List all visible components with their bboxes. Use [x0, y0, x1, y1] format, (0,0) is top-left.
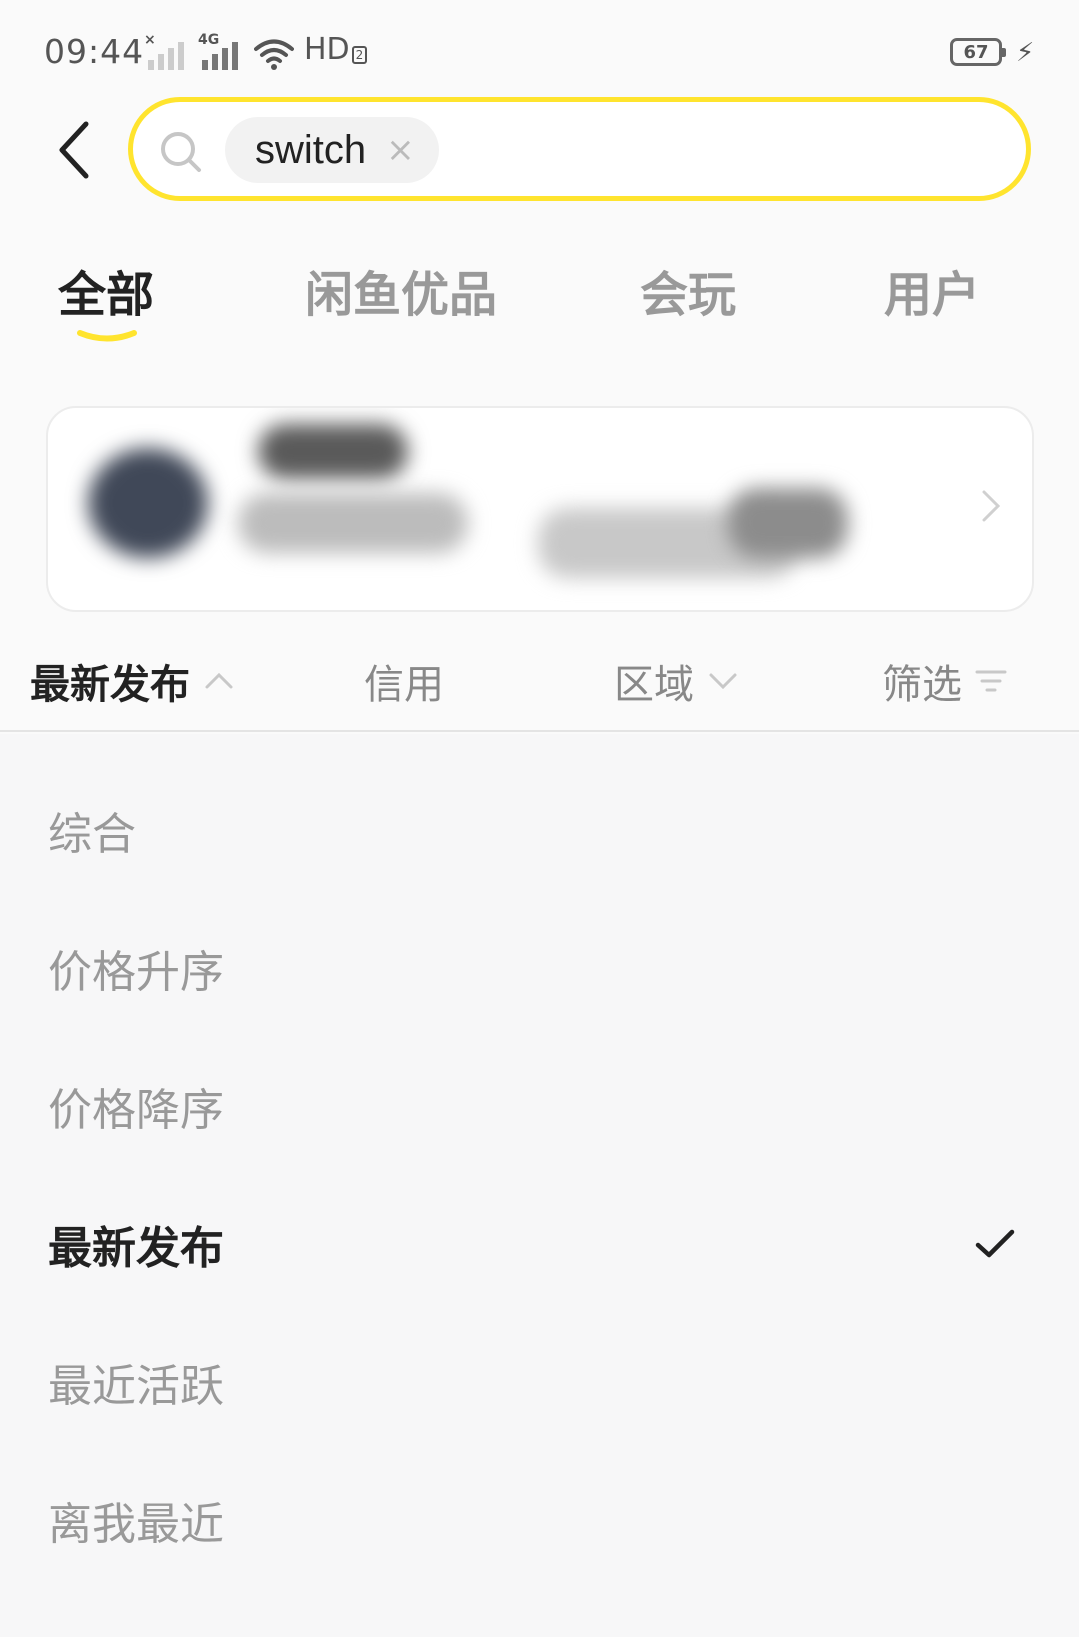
signal-4g-icon: 4G	[198, 32, 238, 70]
promo-card[interactable]	[46, 406, 1034, 612]
sort-filter-label: 筛选	[882, 662, 962, 708]
search-query-chip[interactable]: switch ×	[225, 117, 439, 183]
sort-latest-button[interactable]: 最新发布	[30, 652, 236, 710]
sort-option-comprehensive[interactable]: 综合	[0, 760, 1079, 900]
sort-filter-button[interactable]: 筛选	[882, 652, 1008, 710]
search-query-text: switch	[255, 127, 367, 172]
clear-query-icon[interactable]: ×	[386, 133, 415, 167]
tab-huiwan[interactable]: 会玩	[640, 255, 736, 325]
option-label: 最近活跃	[48, 1361, 224, 1412]
status-bar: 09:44 × 4G HD 2 67 ⚡	[0, 0, 1079, 90]
sort-region-button[interactable]: 区域	[614, 652, 740, 710]
hd-indicator: HD 2	[304, 35, 368, 70]
status-icons: × 4G HD 2	[144, 32, 368, 70]
option-label: 价格降序	[48, 1085, 224, 1136]
chevron-up-icon	[205, 672, 233, 689]
tab-youpin[interactable]: 闲鱼优品	[305, 255, 497, 325]
sort-bar: 最新发布 信用 区域 筛选	[0, 624, 1079, 732]
status-time: 09:44	[44, 32, 145, 71]
wifi-icon	[254, 39, 294, 70]
check-icon	[975, 1229, 1015, 1258]
chevron-down-icon	[709, 673, 737, 690]
sort-option-latest[interactable]: 最新发布	[0, 1174, 1079, 1314]
sort-credit-label: 信用	[364, 662, 444, 708]
option-label: 最新发布	[48, 1223, 224, 1274]
signal-icon: ×	[144, 32, 184, 70]
option-label: 离我最近	[48, 1499, 224, 1550]
sort-latest-label: 最新发布	[30, 662, 190, 708]
battery-icon: 67	[950, 38, 1006, 66]
sort-option-price-desc[interactable]: 价格降序	[0, 1036, 1079, 1176]
sort-region-label: 区域	[614, 662, 694, 708]
chevron-right-icon	[982, 490, 1001, 522]
back-button[interactable]	[48, 110, 98, 190]
filter-icon	[975, 670, 1007, 692]
category-tabs: 全部 闲鱼优品 会玩 用户	[0, 255, 1079, 355]
sort-option-price-asc[interactable]: 价格升序	[0, 898, 1079, 1038]
tab-users[interactable]: 用户	[884, 255, 980, 325]
screen: 09:44 × 4G HD 2 67 ⚡ switch × 全部 闲鱼优品 会玩…	[0, 0, 1079, 1637]
option-label: 综合	[48, 809, 136, 860]
sort-option-nearest[interactable]: 离我最近	[0, 1450, 1079, 1590]
sort-options-dropdown: 综合 价格升序 价格降序 最新发布 最近活跃 离我最近	[0, 734, 1079, 1637]
network-label: 4G	[198, 32, 220, 48]
promo-image	[88, 448, 208, 558]
tab-all[interactable]: 全部	[58, 255, 154, 325]
search-icon	[161, 132, 201, 172]
battery-level: 67	[963, 41, 989, 63]
back-arrow-icon	[59, 121, 89, 179]
active-tab-indicator	[77, 330, 137, 342]
charging-icon: ⚡	[1016, 38, 1035, 68]
sort-option-recently-active[interactable]: 最近活跃	[0, 1312, 1079, 1452]
option-label: 价格升序	[48, 947, 224, 998]
search-input[interactable]: switch ×	[128, 97, 1031, 201]
sort-credit-button[interactable]: 信用	[364, 652, 444, 710]
